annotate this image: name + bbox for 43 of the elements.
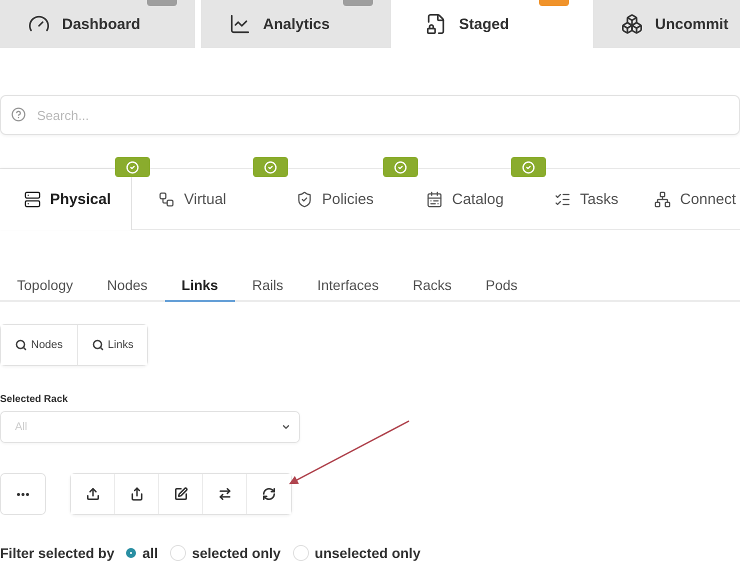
top-tab[interactable]: Analytics — [201, 0, 391, 48]
upload-icon — [86, 487, 100, 501]
field-label: Selected Rack — [0, 394, 69, 405]
tab-icon — [654, 190, 671, 208]
caret-icon — [281, 422, 291, 432]
search-button[interactable]: Nodes — [1, 325, 78, 365]
tab-icon — [426, 190, 443, 208]
swap-icon — [218, 487, 232, 501]
radio-option[interactable]: unselected only — [292, 545, 420, 561]
search-field[interactable]: Search... — [0, 95, 740, 135]
radio-option[interactable]: selected only — [170, 545, 281, 561]
tab-icon — [425, 13, 447, 35]
share-icon — [130, 487, 144, 501]
sub-tab[interactable]: Topology — [0, 270, 90, 302]
edit-icon — [174, 487, 188, 501]
tab-icon — [229, 13, 251, 35]
tab-icon — [296, 190, 313, 208]
top-tab[interactable]: Dashboard — [0, 0, 195, 48]
search-icon — [92, 339, 104, 351]
tab-icon — [24, 191, 41, 208]
sub-tab[interactable]: Pods — [468, 270, 535, 302]
swap-button[interactable] — [203, 474, 247, 514]
section-tab[interactable]: Physical — [0, 169, 132, 230]
radio-button[interactable] — [126, 548, 136, 558]
upload-button[interactable] — [71, 474, 115, 514]
sub-tab[interactable]: Nodes — [90, 270, 165, 302]
help-icon — [11, 107, 26, 122]
search-icon — [15, 339, 27, 351]
search-button[interactable]: Links — [78, 325, 148, 365]
sub-tab[interactable]: Links — [164, 270, 236, 302]
refresh-button[interactable] — [247, 474, 291, 514]
tab-icon — [158, 190, 175, 208]
more-icon — [17, 492, 29, 496]
sub-tab[interactable]: Rails — [235, 270, 300, 302]
filter-label: Filter selected by — [0, 545, 114, 561]
sub-tab[interactable]: Racks — [396, 270, 469, 302]
radio-option[interactable]: all — [126, 545, 158, 561]
share-button[interactable] — [115, 474, 159, 514]
refresh-icon — [262, 487, 276, 501]
tab-icon — [621, 13, 643, 35]
top-tab[interactable]: Uncommit — [593, 0, 740, 48]
sub-tab[interactable]: Interfaces — [300, 270, 396, 302]
edit-button[interactable] — [159, 474, 203, 514]
